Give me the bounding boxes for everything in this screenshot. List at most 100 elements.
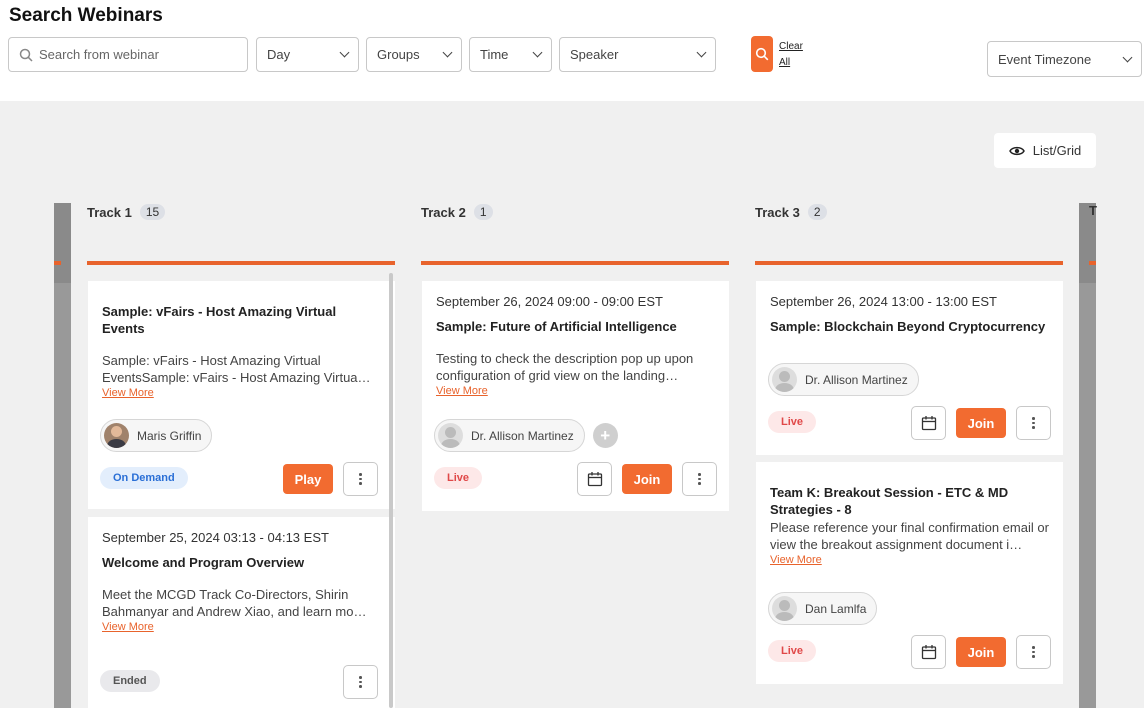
session-title: Team K: Breakout Session - ETC & MD Stra… — [770, 485, 1009, 517]
session-title: Sample: vFairs - Host Amazing Virtual Ev… — [102, 304, 337, 336]
speaker-select[interactable]: Speaker — [559, 37, 716, 72]
session-datetime: September 26, 2024 13:00 - 13:00 EST — [770, 294, 997, 309]
track-column-1: Track 1 15 — [87, 203, 395, 265]
session-title: Welcome and Program Overview — [102, 555, 305, 570]
view-more-link[interactable]: View More — [436, 385, 715, 397]
status-badge: On Demand — [100, 467, 188, 489]
session-title: Sample: Blockchain Beyond Cryptocurrency — [770, 319, 1046, 334]
kebab-icon — [1032, 646, 1035, 658]
track-title: T — [1089, 203, 1097, 218]
list-grid-label: List/Grid — [1032, 143, 1082, 158]
add-to-calendar-button[interactable] — [911, 406, 946, 440]
groups-select-label: Groups — [377, 47, 420, 62]
more-options-button[interactable] — [682, 462, 717, 496]
join-button[interactable]: Join — [956, 408, 1006, 438]
speaker-chip[interactable]: Dan Lamlfa — [768, 592, 878, 625]
clear-all-link[interactable]: Clear All — [779, 39, 809, 71]
time-select[interactable]: Time — [469, 37, 552, 72]
avatar — [104, 423, 129, 448]
session-datetime: September 25, 2024 03:13 - 04:13 EST — [102, 530, 329, 545]
speakers-row: Dr. Allison Martinez + — [434, 419, 618, 452]
speaker-name: Maris Griffin — [137, 428, 202, 443]
speaker-chip[interactable]: Dr. Allison Martinez — [768, 363, 919, 396]
speaker-select-label: Speaker — [570, 47, 619, 62]
page-title: Search Webinars — [9, 5, 163, 26]
join-button[interactable]: Join — [622, 464, 672, 494]
track-count-badge: 1 — [473, 204, 493, 220]
search-input-wrapper[interactable] — [8, 37, 248, 72]
list-grid-toggle[interactable]: List/Grid — [994, 133, 1096, 168]
scrollbar[interactable] — [389, 273, 393, 708]
search-button[interactable] — [751, 36, 773, 72]
track-count-badge: 2 — [807, 204, 827, 220]
session-card[interactable]: Sample: vFairs - Host Amazing Virtual Ev… — [88, 281, 395, 509]
track-column-3: Track 3 2 — [755, 203, 1063, 265]
speaker-chip[interactable]: Maris Griffin — [100, 419, 213, 452]
calendar-icon — [921, 645, 936, 660]
search-icon — [19, 48, 33, 62]
search-icon — [755, 47, 769, 61]
next-track-column: T — [1079, 203, 1097, 708]
day-select-label: Day — [267, 47, 291, 62]
more-speakers-icon[interactable]: + — [592, 423, 618, 448]
timezone-select[interactable]: Event Timezone — [987, 41, 1142, 77]
status-badge: Ended — [100, 670, 160, 692]
avatar — [772, 596, 797, 621]
chevron-down-icon — [532, 47, 543, 58]
track-title: Track 2 — [421, 204, 466, 220]
view-more-link[interactable]: View More — [102, 387, 381, 399]
kebab-icon — [698, 473, 701, 485]
track-header: Track 1 15 — [87, 203, 395, 221]
session-description: Meet the MCGD Track Co-Directors, Shirin… — [102, 587, 367, 619]
session-card[interactable]: September 26, 2024 13:00 - 13:00 EST Sam… — [756, 281, 1063, 455]
more-options-button[interactable] — [343, 462, 378, 496]
chevron-down-icon — [696, 47, 707, 58]
previous-track-column — [54, 203, 71, 708]
more-options-button[interactable] — [343, 665, 378, 699]
track-title: Track 1 — [87, 204, 132, 220]
session-card[interactable]: Team K: Breakout Session - ETC & MD Stra… — [756, 462, 1063, 684]
track-header: Track 2 1 — [421, 203, 729, 221]
calendar-icon — [587, 472, 602, 487]
chevron-down-icon — [442, 47, 453, 58]
view-more-link[interactable]: View More — [102, 621, 381, 633]
track-divider — [421, 261, 729, 265]
status-badge: Live — [768, 411, 817, 433]
session-description: Testing to check the description pop up … — [436, 351, 694, 383]
session-card[interactable]: September 25, 2024 03:13 - 04:13 EST Wel… — [88, 517, 395, 708]
day-select[interactable]: Day — [256, 37, 359, 72]
speaker-name: Dan Lamlfa — [805, 601, 867, 616]
eye-icon — [1008, 146, 1025, 155]
search-input[interactable] — [39, 47, 229, 62]
speaker-name: Dr. Allison Martinez — [805, 372, 908, 387]
more-options-button[interactable] — [1016, 406, 1051, 440]
speaker-chip[interactable]: Dr. Allison Martinez — [434, 419, 585, 452]
session-description: Please reference your final confirmation… — [770, 520, 1049, 552]
chevron-down-icon — [339, 47, 350, 58]
track-count-badge: 15 — [139, 204, 166, 220]
kebab-icon — [359, 676, 362, 688]
groups-select[interactable]: Groups — [366, 37, 462, 72]
status-badge: Live — [768, 640, 817, 662]
view-more-link[interactable]: View More — [770, 554, 1049, 566]
session-title: Sample: Future of Artificial Intelligenc… — [436, 319, 677, 334]
time-select-label: Time — [480, 47, 509, 62]
track-divider — [755, 261, 1063, 265]
track-divider — [87, 261, 395, 265]
status-badge: Live — [434, 467, 483, 489]
add-to-calendar-button[interactable] — [577, 462, 612, 496]
chevron-down-icon — [1122, 52, 1133, 62]
play-button[interactable]: Play — [283, 464, 333, 494]
avatar — [772, 367, 797, 392]
track-header: Track 3 2 — [755, 203, 1063, 221]
track-column-2: Track 2 1 — [421, 203, 729, 265]
more-options-button[interactable] — [1016, 635, 1051, 669]
timezone-select-label: Event Timezone — [998, 51, 1092, 67]
kebab-icon — [359, 473, 362, 485]
calendar-icon — [921, 416, 936, 431]
session-card[interactable]: September 26, 2024 09:00 - 09:00 EST Sam… — [422, 281, 729, 511]
session-datetime: September 26, 2024 09:00 - 09:00 EST — [436, 294, 663, 309]
join-button[interactable]: Join — [956, 637, 1006, 667]
track-title: Track 3 — [755, 204, 800, 220]
add-to-calendar-button[interactable] — [911, 635, 946, 669]
